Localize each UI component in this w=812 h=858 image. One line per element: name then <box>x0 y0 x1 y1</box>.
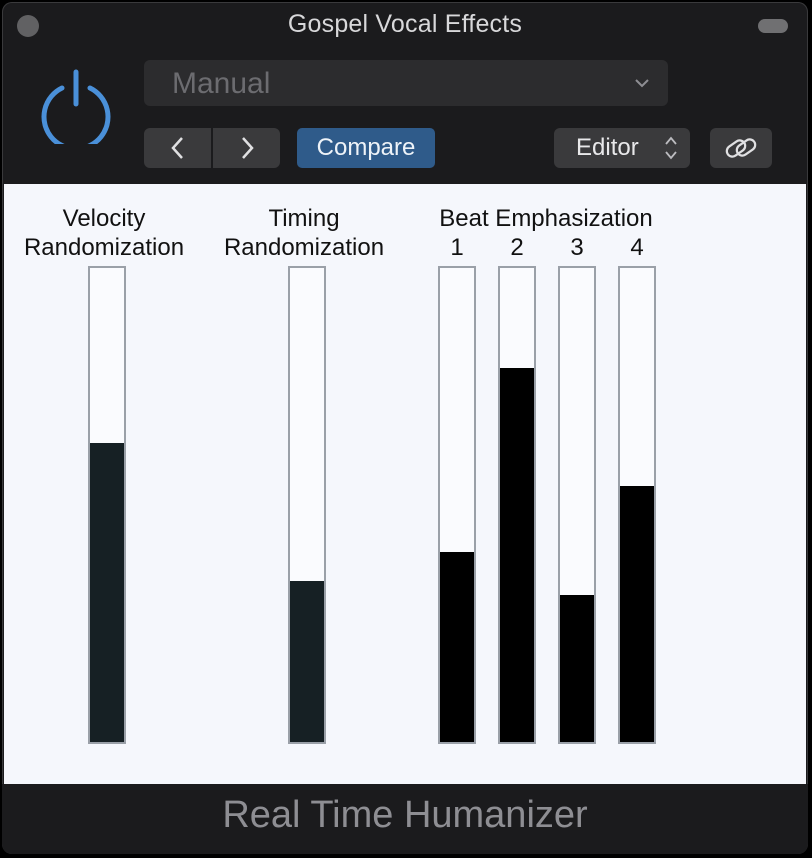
view-selector[interactable]: Editor <box>554 128 690 168</box>
preset-dropdown[interactable]: Manual <box>144 60 668 106</box>
link-button[interactable] <box>710 128 772 168</box>
timing-randomization-slider[interactable] <box>288 266 326 744</box>
power-icon <box>41 69 111 152</box>
beat-2-slider[interactable] <box>498 266 536 744</box>
velocity-label-line1: Velocity <box>62 205 146 232</box>
beat-2-fill <box>500 367 534 742</box>
beat-1-slider[interactable] <box>438 266 476 744</box>
timing-label-line1: Timing <box>268 205 340 232</box>
beat-4-fill <box>620 486 654 742</box>
next-preset-button[interactable] <box>211 128 280 168</box>
controls-panel: Velocity Randomization Timing Randomizat… <box>4 184 806 784</box>
link-icon <box>725 138 757 158</box>
compare-button[interactable]: Compare <box>297 128 435 168</box>
chevron-down-icon <box>634 76 650 94</box>
power-button[interactable] <box>38 68 114 152</box>
beat-3-slider[interactable] <box>558 266 596 744</box>
chevron-right-icon <box>241 137 254 159</box>
velocity-label: Velocity Randomization <box>12 204 196 262</box>
preset-nav <box>144 128 280 168</box>
beat-1-fill <box>440 552 474 742</box>
preset-value: Manual <box>172 67 271 100</box>
velocity-randomization-fill <box>90 443 124 742</box>
beat-4-slider[interactable] <box>618 266 656 744</box>
previous-preset-button[interactable] <box>144 128 211 168</box>
timing-randomization-fill <box>290 580 324 742</box>
beat-1-label: 1 <box>450 234 464 261</box>
beat-3-label: 3 <box>570 234 584 261</box>
view-selector-value: Editor <box>576 134 639 161</box>
beat-4-label: 4 <box>630 234 644 261</box>
beat-2-label: 2 <box>510 234 524 261</box>
window-title: Gospel Vocal Effects <box>287 10 523 38</box>
plugin-name: Real Time Humanizer <box>2 784 808 854</box>
velocity-label-line2: Randomization <box>23 234 185 261</box>
beat-3-fill <box>560 595 594 742</box>
velocity-randomization-slider[interactable] <box>88 266 126 744</box>
chevron-left-icon <box>170 137 183 159</box>
window-options-button[interactable] <box>758 19 788 33</box>
up-down-arrows-icon <box>664 134 678 175</box>
plugin-window: Gospel Vocal Effects Manual Compare Edit… <box>2 2 808 854</box>
beat-emphasization-label: Beat Emphasization <box>439 205 653 232</box>
timing-label: Timing Randomization <box>212 204 396 262</box>
timing-label-line2: Randomization <box>223 234 385 261</box>
